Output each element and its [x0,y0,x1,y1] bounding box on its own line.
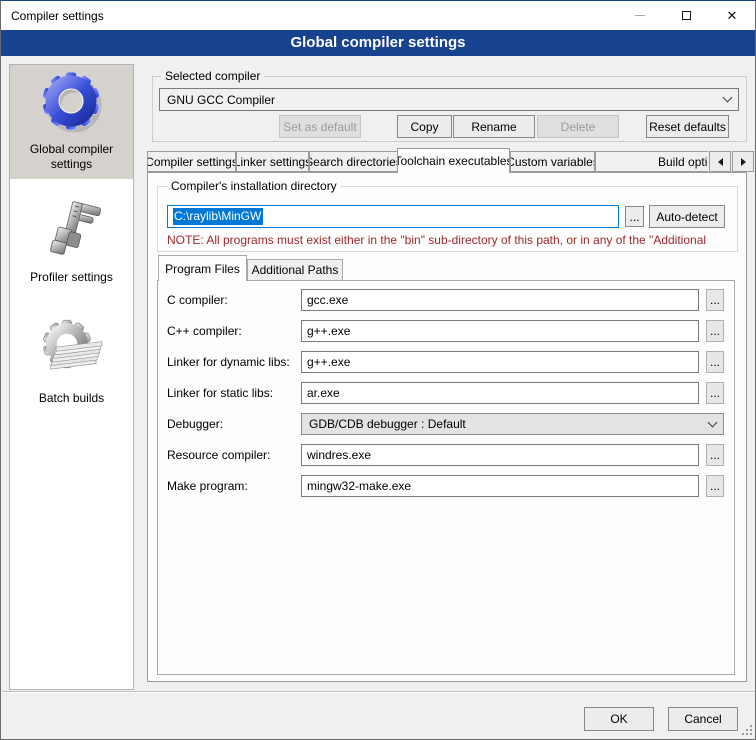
scroll-right-icon [741,158,746,166]
compiler-select[interactable]: GNU GCC Compiler [159,88,739,111]
debugger-select[interactable]: GDB/CDB debugger : Default [301,413,724,435]
dynamic-linker-input[interactable] [301,351,699,373]
field-row-debugger: Debugger: GDB/CDB debugger : Default [167,413,725,435]
field-label: Resource compiler: [167,448,270,462]
blue-gear-icon [40,70,104,137]
chevron-down-icon [723,93,733,103]
copy-button[interactable]: Copy [397,115,452,138]
field-label: Linker for static libs: [167,386,273,400]
scroll-left-icon [718,158,723,166]
subtab-program-files[interactable]: Program Files [158,255,247,281]
field-row-resource-compiler: Resource compiler: ... [167,444,725,466]
ok-button[interactable]: OK [584,707,654,731]
debugger-select-value: GDB/CDB debugger : Default [309,417,466,431]
minimize-button[interactable] [617,1,663,30]
minimize-icon [635,15,645,16]
selected-compiler-group-label: Selected compiler [161,69,264,83]
maximize-icon [682,11,691,20]
maximize-button[interactable] [663,1,709,30]
field-row-static-linker: Linker for static libs: ... [167,382,725,404]
tab-toolchain-executables[interactable]: Toolchain executables [397,148,510,173]
auto-detect-button[interactable]: Auto-detect [649,205,725,228]
field-row-make-program: Make program: ... [167,475,725,497]
browse-cpp-compiler-button[interactable]: ... [706,320,724,342]
caliper-icon [40,198,104,265]
tab-custom-variables[interactable]: Custom variables [510,151,595,172]
subtab-additional-paths[interactable]: Additional Paths [247,259,343,281]
close-button[interactable]: ✕ [709,1,755,30]
browse-make-program-button[interactable]: ... [706,475,724,497]
browse-static-linker-button[interactable]: ... [706,382,724,404]
field-row-c-compiler: C compiler: ... [167,289,725,311]
field-label: Debugger: [167,417,223,431]
cancel-button[interactable]: Cancel [668,707,738,731]
browse-dynamic-linker-button[interactable]: ... [706,351,724,373]
installation-directory-value: C:\raylib\MinGW [173,208,263,225]
browse-directory-button[interactable]: ... [625,206,644,227]
tab-scroll-left-button[interactable] [709,151,731,172]
c-compiler-input[interactable] [301,289,699,311]
static-linker-input[interactable] [301,382,699,404]
resize-grip[interactable] [742,725,752,735]
tab-scroll-right-button[interactable] [732,151,754,172]
browse-resource-compiler-button[interactable]: ... [706,444,724,466]
installation-directory-input[interactable]: C:\raylib\MinGW [167,205,619,228]
tab-build-options[interactable]: Build options [595,151,709,172]
dialog-body: Global compiler settings [1,56,755,739]
field-label: C++ compiler: [167,324,242,338]
field-label: C compiler: [167,293,228,307]
settings-category-list: Global compiler settings [9,64,134,690]
cpp-compiler-input[interactable] [301,320,699,342]
caption-buttons: ✕ [617,1,755,30]
resource-compiler-input[interactable] [301,444,699,466]
field-label: Linker for dynamic libs: [167,355,290,369]
gray-gear-papers-icon [40,319,104,386]
reset-defaults-button[interactable]: Reset defaults [646,115,729,138]
sidebar-item-label: Profiler settings [30,270,113,285]
installation-directory-group-label: Compiler's installation directory [167,179,341,193]
window-title: Compiler settings [1,9,104,23]
tab-search-directories[interactable]: Search directories [309,151,398,172]
set-as-default-button[interactable]: Set as default [279,115,361,138]
note-text: NOTE: All programs must exist either in … [167,233,733,247]
sidebar-item-label: Batch builds [39,391,104,406]
compiler-select-value: GNU GCC Compiler [167,93,275,107]
field-label: Make program: [167,479,248,493]
field-row-cpp-compiler: C++ compiler: ... [167,320,725,342]
sidebar-item-profiler-settings[interactable]: Profiler settings [10,193,133,292]
sidebar-item-global-compiler-settings[interactable]: Global compiler settings [10,65,133,179]
close-icon: ✕ [727,9,738,22]
titlebar[interactable]: Compiler settings ✕ [1,1,755,30]
compiler-settings-window: Compiler settings ✕ Global compiler sett… [0,0,756,740]
chevron-down-icon [708,417,718,427]
tab-compiler-settings[interactable]: Compiler settings [147,151,236,172]
sidebar-item-label: Global compiler settings [12,142,131,172]
footer-separator [2,691,754,693]
page-title: Global compiler settings [1,30,755,56]
delete-button[interactable]: Delete [537,115,619,138]
browse-c-compiler-button[interactable]: ... [706,289,724,311]
field-row-dynamic-linker: Linker for dynamic libs: ... [167,351,725,373]
tab-linker-settings[interactable]: Linker settings [236,151,309,172]
sidebar-item-batch-builds[interactable]: Batch builds [10,314,133,413]
rename-button[interactable]: Rename [453,115,535,138]
make-program-input[interactable] [301,475,699,497]
